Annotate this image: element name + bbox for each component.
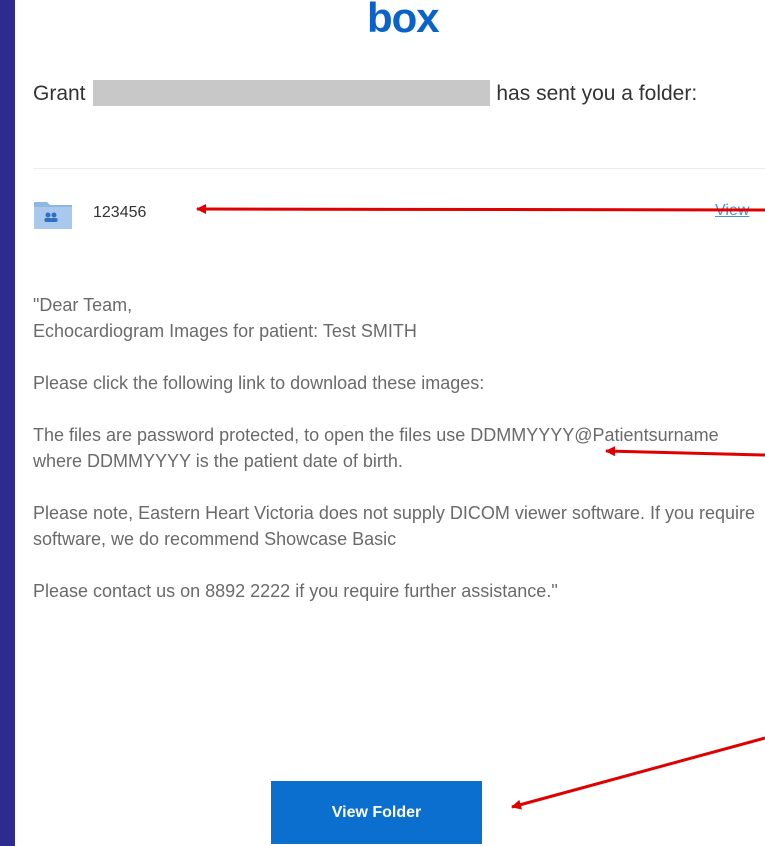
arrow-to-button <box>511 736 765 810</box>
annotation-arrows <box>196 204 765 810</box>
arrow-to-password-text <box>605 446 765 457</box>
arrow-to-folder <box>196 204 765 215</box>
